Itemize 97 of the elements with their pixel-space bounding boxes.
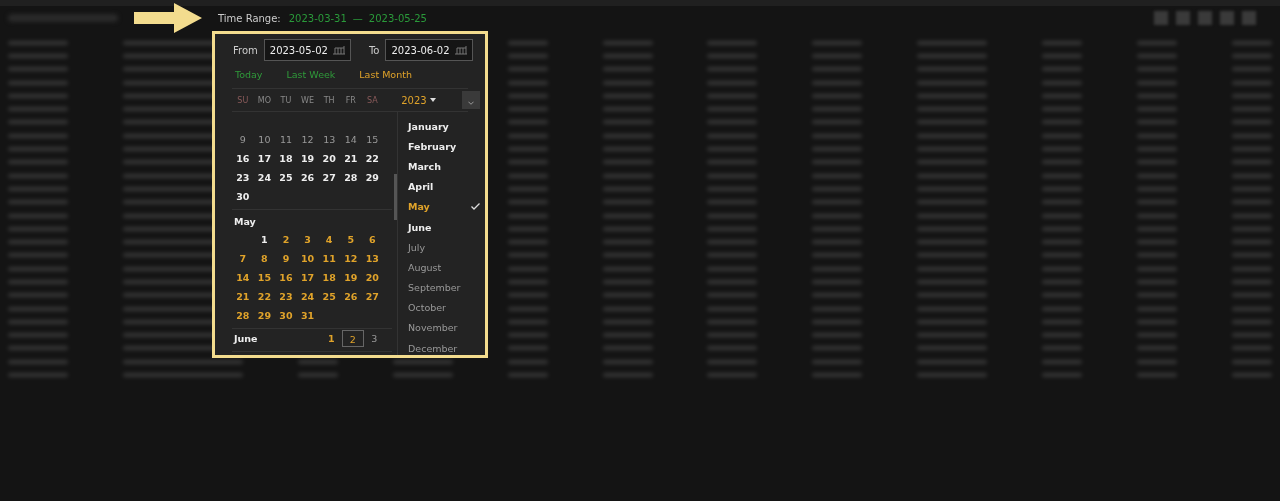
day-cell[interactable]: 17 bbox=[296, 269, 319, 286]
day-cell[interactable]: 27 bbox=[318, 169, 340, 186]
day-cell[interactable]: 26 bbox=[296, 169, 319, 186]
month-item[interactable]: March bbox=[408, 156, 480, 177]
quick-range-link[interactable]: Last Week bbox=[286, 69, 336, 85]
weekday-label: MO bbox=[256, 95, 272, 105]
month-item[interactable]: October bbox=[408, 297, 480, 318]
month-item[interactable]: December bbox=[408, 338, 480, 355]
quick-range-link[interactable]: Today bbox=[235, 69, 263, 85]
day-cell[interactable]: 30 bbox=[275, 307, 297, 324]
scrollbar-thumb[interactable] bbox=[394, 174, 397, 220]
day-cell[interactable]: 2 bbox=[342, 330, 364, 347]
quick-range-link[interactable]: Last Month bbox=[359, 69, 412, 85]
day-cell[interactable]: 1 bbox=[253, 231, 276, 248]
checkmark-icon bbox=[471, 203, 480, 211]
month-item[interactable]: May bbox=[408, 196, 480, 217]
day-cell[interactable]: 18 bbox=[318, 269, 340, 286]
day-cell[interactable]: 22 bbox=[361, 150, 384, 167]
month-item[interactable]: June bbox=[408, 216, 480, 238]
day-cell[interactable]: 19 bbox=[296, 150, 319, 167]
from-date-field[interactable]: 2023-05-02 bbox=[263, 39, 351, 61]
weekday-label: SA bbox=[366, 95, 379, 105]
day-cell[interactable]: 10 bbox=[296, 250, 319, 267]
day-cell[interactable]: 16 bbox=[232, 150, 254, 167]
day-cell[interactable]: 10 bbox=[253, 131, 276, 148]
day-cell[interactable]: 3 bbox=[363, 330, 386, 347]
month-heading: June bbox=[232, 333, 259, 344]
day-cell[interactable]: 17 bbox=[253, 150, 276, 167]
arrow-icon bbox=[134, 3, 202, 33]
day-cell[interactable]: 27 bbox=[361, 288, 384, 305]
calendar-icon bbox=[331, 45, 346, 55]
day-cell[interactable]: 3 bbox=[296, 231, 319, 248]
day-cell[interactable]: 14 bbox=[232, 269, 254, 286]
day-cell[interactable]: 23 bbox=[275, 288, 297, 305]
weekday-label: WE bbox=[300, 95, 316, 105]
from-label: From bbox=[233, 44, 258, 56]
day-cell[interactable]: 20 bbox=[361, 269, 384, 286]
day-cell[interactable]: 21 bbox=[339, 150, 362, 167]
time-range-end[interactable]: 2023-05-25 bbox=[368, 12, 427, 24]
caret-icon bbox=[429, 98, 436, 102]
month-heading: May bbox=[233, 215, 257, 229]
weekday-label: TH bbox=[322, 95, 336, 105]
day-cell[interactable]: 23 bbox=[232, 169, 254, 186]
day-cell[interactable]: 11 bbox=[318, 250, 340, 267]
time-range-label: Time Range: bbox=[218, 12, 281, 24]
day-cell[interactable]: 9 bbox=[232, 131, 254, 148]
month-item[interactable]: February bbox=[408, 136, 480, 157]
month-item[interactable]: September bbox=[408, 277, 480, 298]
day-cell[interactable]: 15 bbox=[361, 131, 384, 148]
month-item[interactable]: April bbox=[408, 176, 480, 197]
day-cell[interactable]: 25 bbox=[318, 288, 340, 305]
day-cell[interactable]: 15 bbox=[253, 269, 276, 286]
day-cell[interactable]: 29 bbox=[253, 307, 276, 324]
time-range-start[interactable]: 2023-03-31 bbox=[288, 12, 347, 24]
weekday-label: SU bbox=[236, 95, 250, 105]
time-range-separator: — bbox=[352, 12, 363, 24]
day-cell[interactable]: 13 bbox=[361, 250, 384, 267]
day-cell[interactable]: 18 bbox=[275, 150, 297, 167]
day-cell[interactable]: 21 bbox=[232, 288, 254, 305]
day-cell[interactable]: 22 bbox=[253, 288, 276, 305]
day-cell[interactable]: 24 bbox=[296, 288, 319, 305]
day-cell[interactable]: 29 bbox=[361, 169, 384, 186]
to-label: To bbox=[368, 44, 380, 56]
weekday-label: FR bbox=[344, 95, 357, 105]
month-item[interactable]: January bbox=[408, 116, 480, 137]
day-cell[interactable]: 11 bbox=[275, 131, 297, 148]
day-cell[interactable]: 28 bbox=[232, 307, 254, 324]
to-date-field[interactable]: 2023-06-02 bbox=[385, 39, 473, 61]
calendar-icon bbox=[453, 45, 468, 55]
day-cell[interactable]: 4 bbox=[318, 231, 340, 248]
day-cell[interactable]: 12 bbox=[339, 250, 362, 267]
day-cell[interactable]: 16 bbox=[275, 269, 297, 286]
day-cell[interactable]: 28 bbox=[339, 169, 362, 186]
day-cell[interactable]: 19 bbox=[339, 269, 362, 286]
day-cell[interactable]: 14 bbox=[339, 131, 362, 148]
weekday-label: TU bbox=[279, 95, 293, 105]
month-item[interactable]: August bbox=[408, 257, 480, 278]
day-cell[interactable]: 24 bbox=[253, 169, 276, 186]
day-cell[interactable]: 30 bbox=[232, 188, 254, 205]
month-item[interactable]: November bbox=[408, 317, 480, 339]
year-dropdown[interactable]: 2023 bbox=[401, 94, 436, 106]
expand-button[interactable] bbox=[462, 91, 480, 109]
day-cell[interactable]: 9 bbox=[275, 250, 297, 267]
day-cell[interactable]: 12 bbox=[296, 131, 319, 148]
month-item[interactable]: July bbox=[408, 237, 480, 258]
day-cell[interactable]: 25 bbox=[275, 169, 297, 186]
day-cell[interactable]: 6 bbox=[361, 231, 384, 248]
day-cell[interactable]: 8 bbox=[253, 250, 276, 267]
day-cell[interactable]: 5 bbox=[339, 231, 362, 248]
day-cell[interactable]: 26 bbox=[339, 288, 362, 305]
day-cell[interactable]: 31 bbox=[296, 307, 319, 324]
day-cell[interactable]: 13 bbox=[318, 131, 340, 148]
day-cell[interactable]: 7 bbox=[232, 250, 254, 267]
day-cell[interactable]: 20 bbox=[318, 150, 340, 167]
chevron-down-icon bbox=[468, 101, 474, 105]
day-cell[interactable]: 2 bbox=[275, 231, 297, 248]
day-cell[interactable]: 1 bbox=[320, 330, 342, 347]
